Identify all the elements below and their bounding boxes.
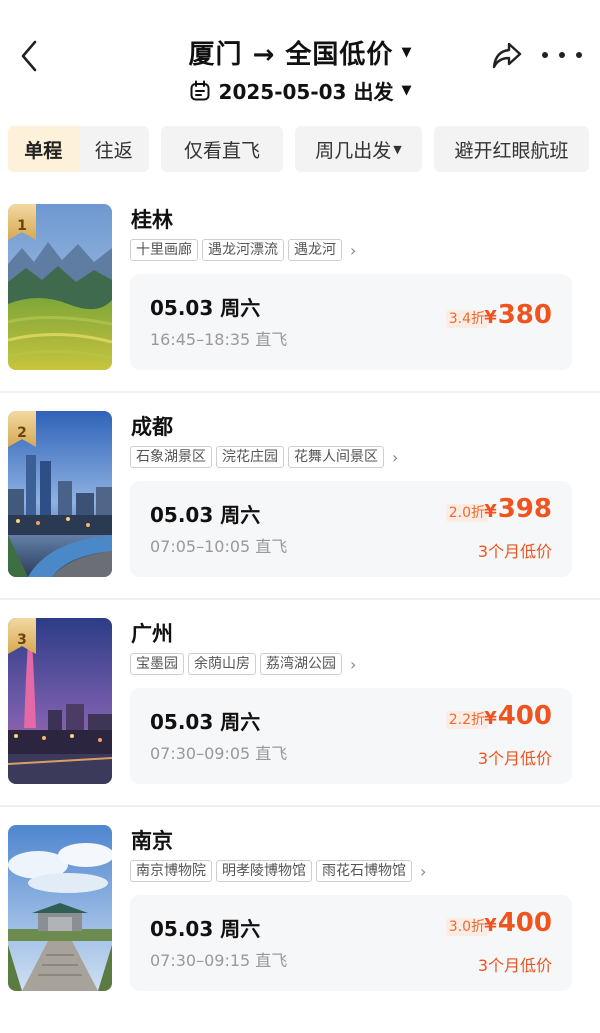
attraction-tag[interactable]: 明孝陵博物馆	[216, 860, 312, 882]
attraction-tag[interactable]: 浣花庄园	[216, 446, 284, 468]
price-value: 400	[497, 908, 552, 938]
price-value: 398	[497, 494, 552, 524]
price-value: 380	[497, 300, 552, 330]
flight-date: 05.03 周六	[150, 917, 261, 941]
attraction-tag[interactable]: 余荫山房	[188, 653, 256, 675]
flight-offer[interactable]: 05.03 周六 07:30–09:15 直飞 3.0折 ¥400 3个月低价	[130, 895, 572, 991]
flight-time: 07:30–09:15 直飞	[150, 951, 288, 970]
flight-offer[interactable]: 05.03 周六 07:05–10:05 直飞 2.0折 ¥398 3个月低价	[130, 481, 572, 577]
discount-badge: 3.0折	[445, 918, 488, 936]
flight-date: 05.03 周六	[150, 503, 261, 527]
attraction-tag[interactable]: 宝墨园	[130, 653, 184, 675]
attraction-tags: 宝墨园 余荫山房 荔湾湖公园 ›	[130, 653, 356, 675]
caret-down-icon: ▼	[393, 142, 402, 156]
flight-date: 05.03 周六	[150, 296, 261, 320]
destination-image: 3	[8, 618, 112, 784]
attraction-tag[interactable]: 遇龙河	[288, 239, 342, 261]
destination-card[interactable]: 2 成都 石象湖景区 浣花庄园 花舞人间景区 › 05.03 周六 07:05–…	[0, 405, 600, 612]
low-price-note: 3个月低价	[477, 542, 552, 561]
caret-down-icon: ▼	[401, 83, 412, 98]
flight-time: 07:30–09:05 直飞	[150, 744, 288, 763]
flight-date: 05.03 周六	[150, 710, 261, 734]
city-name: 桂林	[131, 208, 173, 232]
calendar-icon	[190, 80, 210, 100]
attraction-tag[interactable]: 遇龙河漂流	[202, 239, 284, 261]
city-name: 广州	[131, 622, 173, 646]
destination-list: 1 桂林 十里画廊 遇龙河漂流 遇龙河 › 05.03 周六 16:45–18:…	[0, 198, 600, 1026]
flight-time: 16:45–18:35 直飞	[150, 330, 288, 349]
one-way-tab[interactable]: 单程	[8, 126, 79, 172]
attraction-tag[interactable]: 南京博物院	[130, 860, 212, 882]
attraction-tags: 南京博物院 明孝陵博物馆 雨花石博物馆 ›	[130, 860, 426, 882]
attraction-tag[interactable]: 十里画廊	[130, 239, 198, 261]
destination-card[interactable]: 4 南京 南京博物院 明孝陵博物馆 雨花石博物馆 › 05.03 周六 07:3…	[0, 819, 600, 1026]
page-title: 厦门 → 全国低价	[188, 40, 394, 70]
attraction-tag[interactable]: 花舞人间景区	[288, 446, 384, 468]
trip-type-toggle: 单程 往返	[8, 126, 149, 172]
date-selector[interactable]: 2025-05-03 出发 ▼	[0, 76, 600, 105]
city-name: 南京	[131, 829, 173, 853]
direct-only-filter[interactable]: 仅看直飞	[161, 126, 283, 172]
chevron-right-icon[interactable]: ›	[350, 655, 356, 674]
destination-image: 4	[8, 825, 112, 991]
attraction-tag[interactable]: 石象湖景区	[130, 446, 212, 468]
departure-date: 2025-05-03 出发	[218, 80, 394, 104]
destination-image: 1	[8, 204, 112, 370]
share-icon[interactable]	[490, 38, 524, 72]
direct-only-label: 仅看直飞	[183, 139, 260, 162]
attraction-tags: 十里画廊 遇龙河漂流 遇龙河 ›	[130, 239, 356, 261]
destination-card[interactable]: 3 广州 宝墨园 余荫山房 荔湾湖公园 › 05.03 周六 07:30–09:…	[0, 612, 600, 819]
flight-time: 07:05–10:05 直飞	[150, 537, 288, 556]
discount-badge: 2.2折	[445, 711, 488, 729]
weekday-filter[interactable]: 周几出发 ▼	[295, 126, 422, 172]
more-dots-icon[interactable]	[542, 38, 582, 72]
destination-card[interactable]: 1 桂林 十里画廊 遇龙河漂流 遇龙河 › 05.03 周六 16:45–18:…	[0, 198, 600, 405]
filter-bar: 单程 往返 仅看直飞 周几出发 ▼ 避开红眼航班	[8, 126, 592, 172]
price: ¥380	[484, 300, 552, 330]
flight-offer[interactable]: 05.03 周六 16:45–18:35 直飞 3.4折 ¥380	[130, 274, 572, 370]
avoid-redeye-label: 避开红眼航班	[454, 139, 569, 162]
attraction-tag[interactable]: 雨花石博物馆	[316, 860, 412, 882]
chevron-right-icon[interactable]: ›	[350, 241, 356, 260]
avoid-redeye-filter[interactable]: 避开红眼航班	[434, 126, 589, 172]
city-name: 成都	[131, 415, 173, 439]
divider	[0, 805, 600, 807]
chevron-right-icon[interactable]: ›	[392, 448, 398, 467]
header: 厦门 → 全国低价 ▼ 2025-05-03 出发 ▼	[0, 0, 600, 112]
round-trip-tab[interactable]: 往返	[79, 126, 150, 172]
low-price-note: 3个月低价	[477, 956, 552, 975]
price-value: 400	[497, 701, 552, 731]
attraction-tags: 石象湖景区 浣花庄园 花舞人间景区 ›	[130, 446, 398, 468]
low-price-note: 3个月低价	[477, 749, 552, 768]
destination-image: 2	[8, 411, 112, 577]
price: ¥400	[484, 701, 552, 731]
discount-badge: 3.4折	[445, 310, 488, 328]
divider	[0, 598, 600, 600]
weekday-label: 周几出发	[315, 139, 392, 162]
chevron-right-icon[interactable]: ›	[420, 862, 426, 881]
attraction-tag[interactable]: 荔湾湖公园	[260, 653, 342, 675]
price: ¥400	[484, 908, 552, 938]
discount-badge: 2.0折	[445, 504, 488, 522]
price: ¥398	[484, 494, 552, 524]
divider	[0, 391, 600, 393]
flight-offer[interactable]: 05.03 周六 07:30–09:05 直飞 2.2折 ¥400 3个月低价	[130, 688, 572, 784]
caret-down-icon: ▼	[401, 45, 412, 60]
